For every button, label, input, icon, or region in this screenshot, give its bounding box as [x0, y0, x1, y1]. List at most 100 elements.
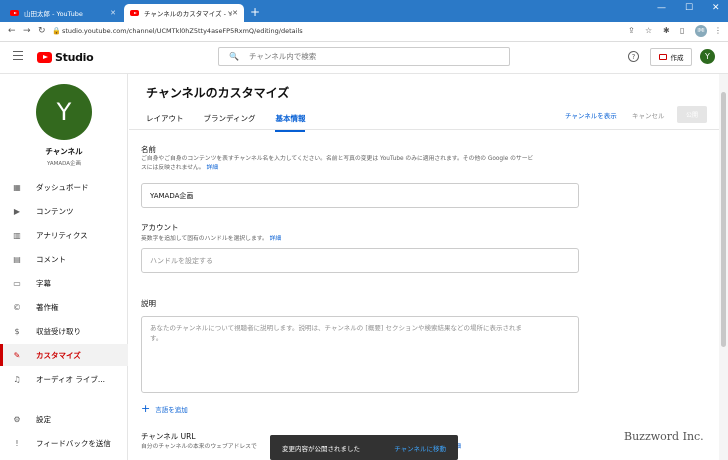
main-content: チャンネルのカスタマイズ レイアウト ブランディング 基本情報 チャンネルを表示… — [129, 74, 719, 460]
create-label: 作成 — [670, 54, 684, 62]
sidebar-item-label: アナリティクス — [36, 230, 88, 240]
watermark: Buzzword Inc. — [624, 430, 704, 443]
channel-name-value: YAMADA企画 — [150, 191, 194, 200]
sidebar-item-copyright[interactable]: © 著作権 — [0, 296, 128, 318]
feedback-icon: ! — [15, 438, 19, 448]
account-desc-text: 英数字を追加して固有のハンドルを選択します。 — [141, 236, 268, 242]
address-bar: ← → ↻ 🔒 studio.youtube.com/channel/UCMTk… — [0, 22, 728, 42]
sidebar-item-label: コメント — [36, 254, 66, 264]
sidebar-item-label: カスタマイズ — [36, 350, 81, 360]
view-channel-link[interactable]: チャンネルを表示 — [565, 110, 617, 120]
browser-tab-active[interactable]: チャンネルのカスタマイズ - YouTube Studio ✕ — [124, 4, 244, 22]
channel-name-field[interactable]: YAMADA企画 — [141, 183, 579, 208]
sidebar-item-label: 字幕 — [36, 278, 51, 288]
name-label: 名前 — [141, 145, 156, 154]
copyright-icon: © — [13, 302, 21, 312]
search-icon[interactable]: 🔍 — [229, 52, 239, 61]
back-icon[interactable]: ← — [8, 26, 16, 36]
browser-tab[interactable]: 山田太郎 - YouTube ✕ — [4, 4, 122, 22]
name-desc-line1: ご自身やご自身のコンテンツを表すチャンネル名を入力してください。名前と写真の変更… — [141, 156, 534, 162]
sidebar-item-customize[interactable]: ✎ カスタマイズ — [0, 344, 128, 366]
sidebar-item-dashboard[interactable]: ▦ ダッシュボード — [0, 176, 128, 198]
name-description: ご自身やご自身のコンテンツを表すチャンネル名を入力してください。名前と写真の変更… — [141, 155, 581, 173]
subtitles-icon: ▭ — [13, 278, 21, 288]
customize-icon: ✎ — [13, 350, 21, 360]
account-avatar[interactable]: Y — [700, 49, 715, 64]
add-language-button[interactable]: + 言語を追加 — [141, 402, 188, 415]
channel-avatar[interactable]: Y — [36, 84, 92, 140]
add-language-label: 言語を追加 — [155, 405, 188, 414]
close-tab-icon[interactable]: ✕ — [232, 9, 238, 17]
search-box[interactable]: 🔍 — [218, 47, 510, 66]
extensions-icon[interactable]: ✱ — [663, 26, 670, 35]
tab-title: 山田太郎 - YouTube — [24, 10, 83, 18]
youtube-favicon-icon — [130, 10, 139, 16]
sidebar-item-audio-library[interactable]: ♫ オーディオ ライブ... — [0, 368, 128, 390]
audio-library-icon: ♫ — [13, 374, 21, 384]
snackbar-message: 変更内容が公開されました — [282, 444, 360, 453]
name-desc-line2: スには反映されません。 — [141, 165, 205, 171]
new-tab-icon[interactable]: + — [250, 5, 260, 19]
close-tab-icon[interactable]: ✕ — [110, 9, 116, 17]
sidebar-item-label: 著作権 — [36, 302, 59, 312]
youtube-favicon-icon — [10, 10, 19, 16]
help-icon[interactable]: ? — [628, 51, 639, 62]
minimize-icon[interactable]: — — [657, 3, 666, 13]
channel-name: チャンネル — [45, 147, 83, 156]
sidebar-item-analytics[interactable]: ▥ アナリティクス — [0, 224, 128, 246]
sidebar-item-label: ダッシュボード — [36, 182, 89, 192]
studio-header: Studio 🔍 ? 作成 Y — [0, 42, 728, 74]
create-button[interactable]: 作成 — [650, 48, 692, 66]
search-input[interactable] — [248, 52, 489, 61]
bookmark-star-icon[interactable]: ☆ — [645, 26, 652, 35]
studio-logo[interactable]: Studio — [37, 51, 94, 64]
menu-icon[interactable] — [13, 51, 23, 62]
browser-profile-avatar[interactable]: IMI — [695, 25, 707, 37]
sidebar-item-label: コンテンツ — [36, 206, 74, 216]
handle-placeholder: ハンドルを設定する — [150, 256, 213, 265]
sidebar-item-content[interactable]: ▶ コンテンツ — [0, 200, 128, 222]
go-to-channel-link[interactable]: チャンネルに移動 — [394, 443, 446, 453]
close-window-icon[interactable]: ✕ — [712, 3, 720, 13]
snackbar: 変更内容が公開されました チャンネルに移動 — [270, 435, 458, 460]
analytics-icon: ▥ — [13, 230, 21, 240]
dashboard-icon: ▦ — [13, 182, 21, 192]
share-icon[interactable]: ⇪ — [628, 26, 635, 35]
sidebar-item-subtitles[interactable]: ▭ 字幕 — [0, 272, 128, 294]
channel-url-desc-text: 自分のチャンネルの本来のウェブアドレスで — [141, 444, 257, 450]
url-text[interactable]: studio.youtube.com/channel/UCMTkl0hZ5tty… — [62, 27, 303, 35]
publish-button[interactable]: 公開 — [677, 106, 707, 123]
sidebar-item-comments[interactable]: ▤ コメント — [0, 248, 128, 270]
description-textarea[interactable]: あなたのチャンネルについて視聴者に説明します。説明は、チャンネルの [概要] セ… — [141, 316, 579, 393]
handle-field[interactable]: ハンドルを設定する — [141, 248, 579, 273]
lock-icon[interactable]: 🔒 — [52, 27, 61, 35]
sidebar-item-monetization[interactable]: $ 収益受け取り — [0, 320, 128, 342]
tab-title: チャンネルのカスタマイズ - YouTube Studio — [144, 10, 232, 18]
account-learn-more-link[interactable]: 詳細 — [270, 236, 282, 242]
cancel-button[interactable]: キャンセル — [632, 110, 665, 120]
browser-menu-icon[interactable]: ⋮ — [714, 26, 722, 35]
forward-icon[interactable]: → — [23, 26, 31, 36]
name-learn-more-link[interactable]: 詳細 — [206, 165, 218, 171]
sidebar-item-settings[interactable]: ⚙ 設定 — [0, 408, 128, 430]
reload-icon[interactable]: ↻ — [38, 26, 46, 36]
browser-tab-bar: 山田太郎 - YouTube ✕ チャンネルのカスタマイズ - YouTube … — [0, 0, 728, 22]
account-label: アカウント — [141, 223, 179, 232]
channel-url-label: チャンネル URL — [141, 432, 196, 441]
sidebar-item-feedback[interactable]: ! フィードバックを送信 — [0, 432, 128, 454]
channel-subname: YAMADA企画 — [46, 161, 82, 167]
settings-icon: ⚙ — [13, 414, 21, 424]
youtube-logo-icon — [37, 52, 52, 63]
scrollbar-thumb[interactable] — [721, 92, 726, 347]
logo-text: Studio — [55, 51, 94, 64]
video-camera-icon — [658, 54, 667, 60]
sidepanel-icon[interactable]: ▯ — [680, 26, 684, 35]
sidebar-item-label: 設定 — [36, 414, 51, 424]
account-description: 英数字を追加して固有のハンドルを選択します。 詳細 — [141, 235, 581, 244]
monetization-icon: $ — [14, 326, 20, 336]
sidebar-item-label: オーディオ ライブ... — [36, 374, 106, 384]
page-title: チャンネルのカスタマイズ — [146, 86, 290, 100]
maximize-icon[interactable]: ☐ — [685, 3, 693, 13]
sidebar-item-label: 収益受け取り — [36, 326, 81, 336]
description-placeholder: あなたのチャンネルについて視聴者に説明します。説明は、チャンネルの [概要] セ… — [150, 324, 522, 332]
